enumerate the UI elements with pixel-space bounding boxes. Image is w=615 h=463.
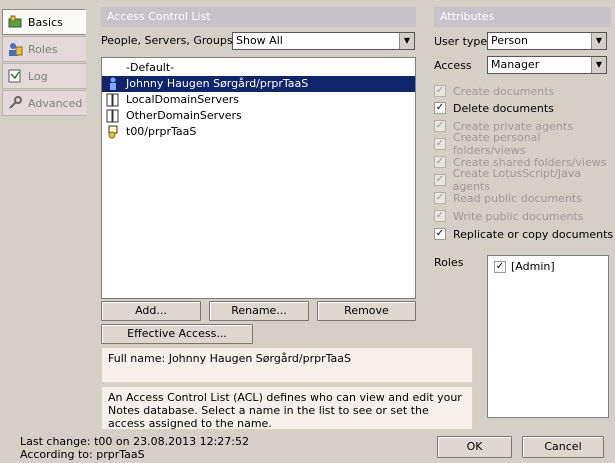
checkbox-icon: ✓ [434, 228, 446, 240]
user-type-label: User type [434, 35, 488, 48]
access-label: Access [434, 59, 472, 72]
checkbox-icon: ✓ [434, 85, 446, 97]
cancel-button[interactable]: Cancel [522, 436, 604, 458]
acl-list[interactable]: -Default- Johnny Haugen Sørgård/prprTaaS… [101, 57, 416, 299]
server-icon [106, 125, 120, 139]
create-lotusscript-agents-checkbox[interactable]: ✓ Create LotusScript/Java agents [434, 167, 615, 193]
server-group-icon [106, 93, 120, 107]
chevron-down-icon[interactable]: ▼ [591, 57, 606, 73]
tab-log-label: Log [28, 69, 48, 83]
read-public-documents-checkbox[interactable]: ✓ Read public documents [434, 189, 582, 207]
create-personal-folders-checkbox[interactable]: ✓ Create personal folders/views [434, 131, 615, 157]
add-button[interactable]: Add... [101, 301, 201, 321]
tab-basics-label: Basics [28, 15, 63, 29]
according-to-text: According to: prprTaaS [20, 448, 145, 461]
list-item[interactable]: t00/prprTaaS [102, 124, 415, 140]
delete-documents-checkbox[interactable]: ✓ Delete documents [434, 99, 554, 117]
acl-entry-name: Johnny Haugen Sørgård/prprTaaS [126, 77, 309, 90]
checkbox-icon: ✓ [434, 174, 446, 186]
roles-icon [7, 41, 23, 57]
chevron-down-icon[interactable]: ▼ [399, 33, 414, 49]
roles-label: Roles [434, 256, 464, 269]
role-item-admin[interactable]: ✓ [Admin] [494, 260, 555, 273]
tab-roles-label: Roles [28, 42, 58, 56]
create-documents-checkbox[interactable]: ✓ Create documents [434, 82, 554, 100]
acl-entry-name: t00/prprTaaS [126, 125, 197, 138]
tab-basics[interactable]: Basics [2, 9, 86, 35]
checkbox-icon: ✓ [434, 156, 446, 168]
full-name-text: Full name: Johnny Haugen Sørgård/prprTaa… [108, 352, 351, 365]
acl-entry-name: LocalDomainServers [126, 93, 239, 106]
checkbox-icon: ✓ [434, 102, 446, 114]
key-icon [7, 14, 23, 30]
write-public-documents-checkbox[interactable]: ✓ Write public documents [434, 207, 583, 225]
full-name-box: Full name: Johnny Haugen Sørgård/prprTaa… [101, 347, 473, 383]
rename-button[interactable]: Rename... [209, 301, 309, 321]
tab-roles[interactable]: Roles [2, 36, 86, 62]
list-item[interactable]: LocalDomainServers [102, 92, 415, 108]
tab-advanced[interactable]: Advanced [2, 90, 86, 116]
replicate-documents-checkbox[interactable]: ✓ Replicate or copy documents [434, 225, 613, 243]
roles-list[interactable]: ✓ [Admin] [487, 255, 609, 418]
ok-button[interactable]: OK [437, 436, 512, 458]
effective-access-button[interactable]: Effective Access... [101, 324, 253, 344]
attributes-header: Attributes [434, 7, 611, 27]
acl-entry-name: OtherDomainServers [126, 109, 242, 122]
list-item[interactable]: OtherDomainServers [102, 108, 415, 124]
list-item[interactable]: Johnny Haugen Sørgård/prprTaaS [102, 76, 415, 92]
checkbox-icon: ✓ [434, 192, 446, 204]
user-type-select[interactable]: Person ▼ [487, 32, 607, 50]
checkbox-icon: ✓ [434, 138, 446, 150]
server-group-icon [106, 109, 120, 123]
user-type-value: Person [491, 34, 528, 47]
checkbox-icon: ✓ [434, 210, 446, 222]
tab-log[interactable]: Log [2, 63, 86, 89]
advanced-icon [7, 95, 23, 111]
log-icon [7, 68, 23, 84]
filter-label: People, Servers, Groups [101, 34, 233, 47]
sidebar: Basics Roles Log Advanced [0, 0, 88, 430]
checkbox-icon: ✓ [494, 260, 506, 273]
access-value: Manager [491, 58, 540, 71]
acl-description: An Access Control List (ACL) defines who… [101, 386, 473, 430]
filter-value: Show All [236, 34, 283, 47]
last-change-text: Last change: t00 on 23.08.2013 12:27:52 [20, 435, 249, 448]
acl-header: Access Control List [101, 7, 416, 27]
acl-description-text: An Access Control List (ACL) defines who… [108, 391, 462, 430]
tab-advanced-label: Advanced [28, 96, 83, 110]
checkbox-icon: ✓ [434, 120, 446, 132]
remove-button[interactable]: Remove [317, 301, 416, 321]
filter-select[interactable]: Show All ▼ [232, 32, 415, 50]
person-icon [106, 77, 120, 91]
chevron-down-icon[interactable]: ▼ [591, 33, 606, 49]
access-select[interactable]: Manager ▼ [487, 56, 607, 74]
list-item[interactable]: -Default- [102, 60, 415, 76]
acl-entry-name: -Default- [126, 61, 175, 74]
